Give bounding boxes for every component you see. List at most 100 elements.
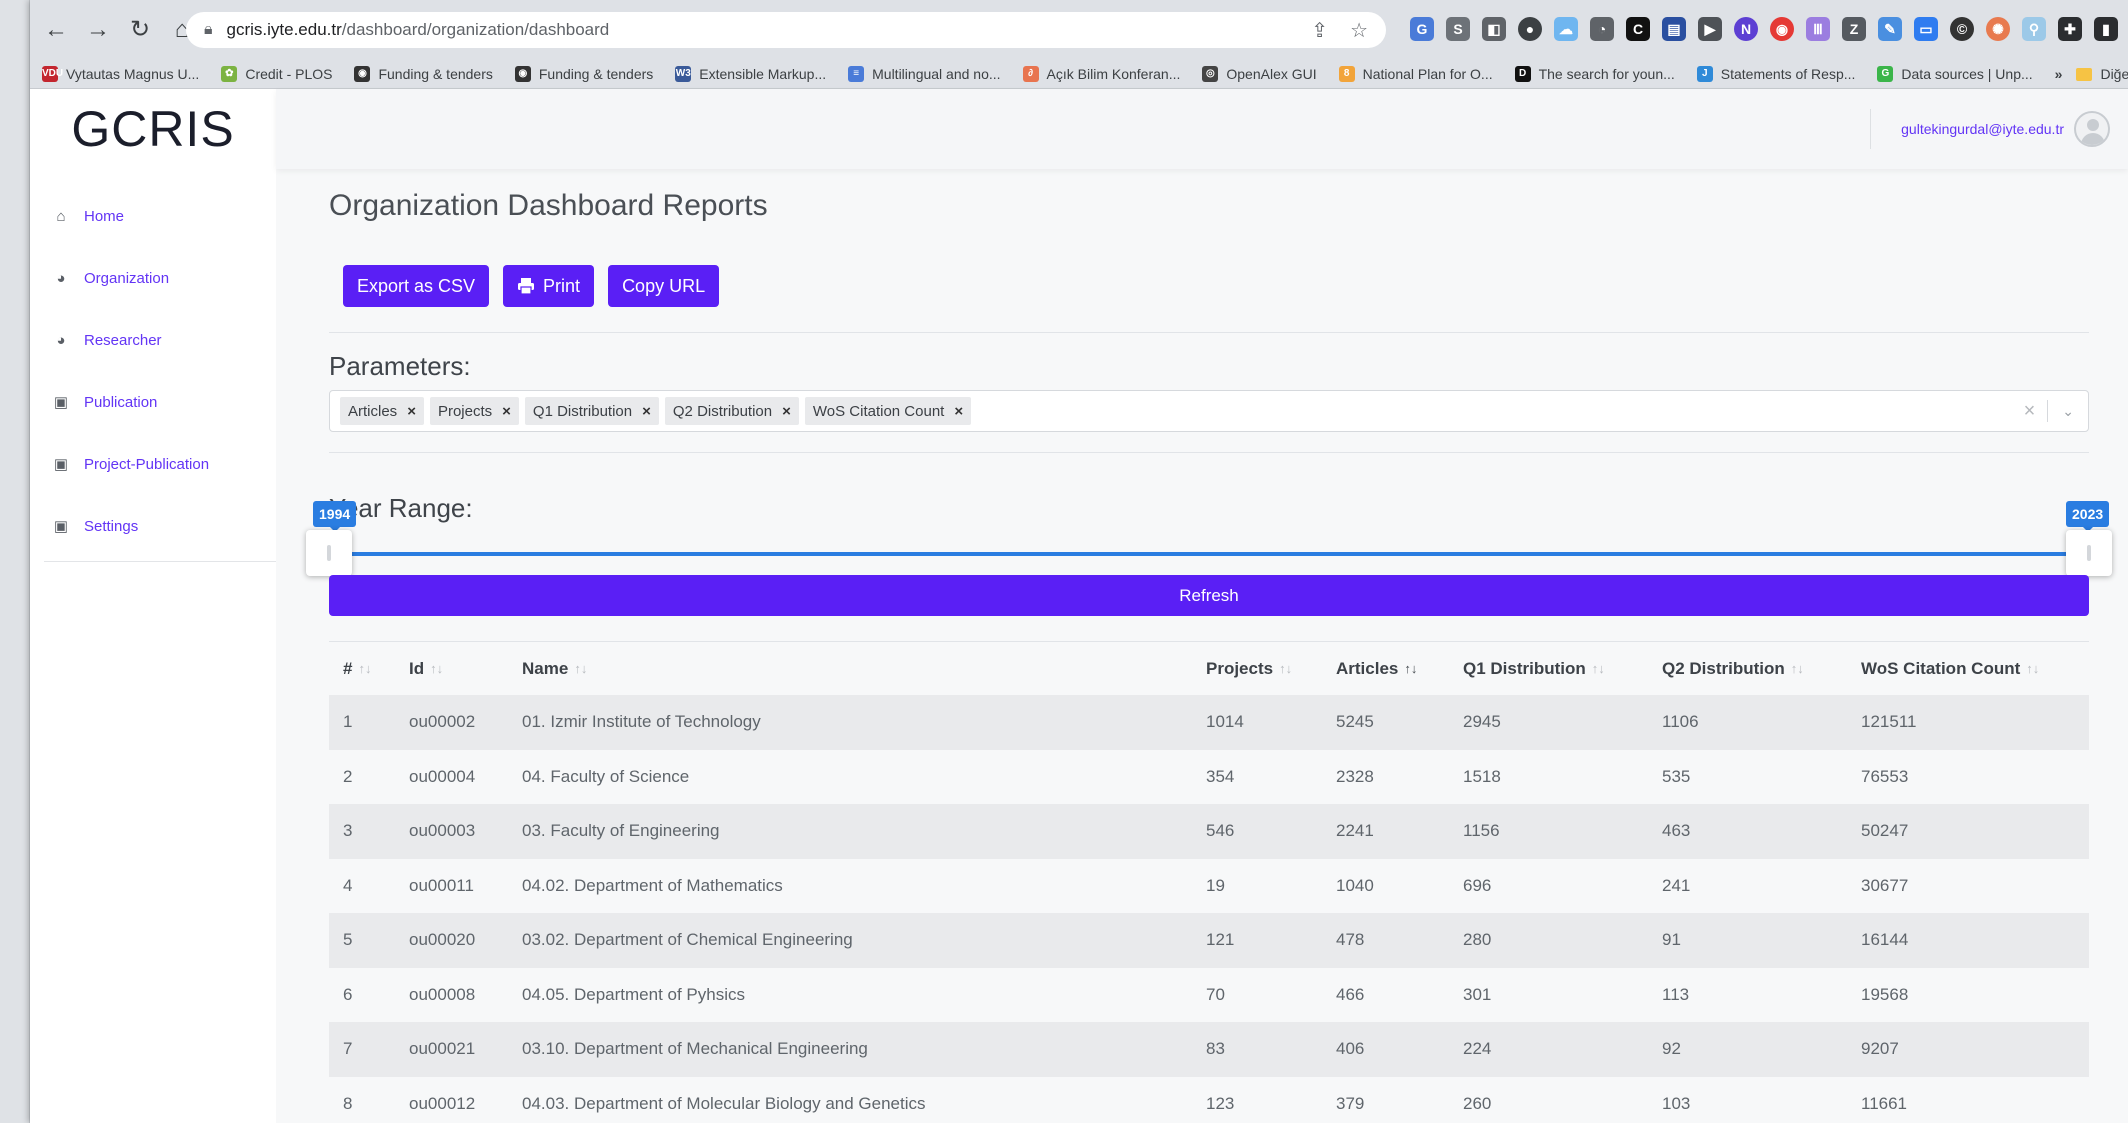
sort-icon[interactable]: ↑↓ xyxy=(1592,661,1605,676)
year-max-handle[interactable] xyxy=(2066,530,2112,576)
record-extension-icon[interactable]: ◉ xyxy=(1770,17,1794,41)
user-avatar[interactable] xyxy=(2074,111,2110,147)
sort-icon[interactable]: ↑↓ xyxy=(430,661,443,676)
refresh-button[interactable]: Refresh xyxy=(329,575,2089,616)
column-header-q2[interactable]: Q2 Distribution ↑↓ xyxy=(1648,659,1847,679)
user-menu[interactable]: gultekingurdal@iyte.edu.tr xyxy=(1870,109,2110,149)
reload-icon[interactable]: ↻ xyxy=(124,14,156,46)
remove-chip-icon[interactable]: × xyxy=(502,403,511,420)
url-text: gcris.iyte.edu.tr/dashboard/organization… xyxy=(227,20,610,40)
address-bar[interactable]: 🔒︎ gcris.iyte.edu.tr/dashboard/organizat… xyxy=(186,12,1386,48)
dark-extension-icon[interactable]: ● xyxy=(1518,17,1542,41)
bookmark-favicon-icon: ◉ xyxy=(354,66,371,82)
table-row[interactable]: 6 ou00008 04.05. Department of Pyhsics 70 46… xyxy=(329,968,2089,1023)
sort-icon[interactable]: ↑↓ xyxy=(358,661,371,676)
table-row[interactable]: 8 ou00012 04.03. Department of Molecular B… xyxy=(329,1077,2089,1123)
c-extension-icon[interactable]: C xyxy=(1626,17,1650,41)
column-header-q1[interactable]: Q1 Distribution ↑↓ xyxy=(1449,659,1648,679)
table-row[interactable]: 3 ou00003 03. Faculty of Engineering 546 224… xyxy=(329,804,2089,859)
feather-extension-icon[interactable]: ✎ xyxy=(1878,17,1902,41)
bookmark-item[interactable]: D The search for youn... xyxy=(1514,66,1675,82)
skype-extension-icon[interactable]: S xyxy=(1446,17,1470,41)
bookmark-item[interactable]: ≡ Multilingual and no... xyxy=(848,66,1001,82)
bookmark-item[interactable]: ◎ OpenAlex GUI xyxy=(1202,66,1317,82)
table-cell-num: 1 xyxy=(343,712,353,732)
sort-active-icon[interactable]: ↑↓ xyxy=(1404,661,1417,676)
copy-url-button[interactable]: Copy URL xyxy=(608,265,720,307)
parameter-chip: Articles × xyxy=(340,397,424,425)
share-icon[interactable]: ⇪ xyxy=(1311,18,1328,43)
table-cell-name: 03. Faculty of Engineering xyxy=(522,821,720,841)
bookmark-item[interactable]: G Data sources | Unp... xyxy=(1877,66,2033,82)
column-header-id[interactable]: Id ↑↓ xyxy=(395,659,508,679)
chat-extension-icon[interactable]: ▭ xyxy=(1914,17,1938,41)
sidebar-item-organization[interactable]: ◕ Organization xyxy=(30,247,276,309)
table-row[interactable]: 1 ou00002 01. Izmir Institute of Technolog… xyxy=(329,695,2089,750)
bookmark-item[interactable]: W3 Extensible Markup... xyxy=(675,66,826,82)
bookmark-favicon-icon: G xyxy=(1877,66,1894,82)
print-button[interactable]: Print xyxy=(503,265,595,307)
sort-icon[interactable]: ↑↓ xyxy=(1791,661,1804,676)
cloud-extension-icon[interactable]: ☁ xyxy=(1554,17,1578,41)
search-extension-icon[interactable]: ⚲ xyxy=(2022,17,2046,41)
forward-icon[interactable]: → xyxy=(82,14,114,46)
app-logo[interactable]: GCRIS xyxy=(30,89,276,169)
orcid-extension-icon[interactable]: ◔ xyxy=(1590,17,1614,41)
folder-icon xyxy=(2076,67,2093,81)
parameter-chip: Q2 Distribution × xyxy=(664,397,799,425)
sort-icon[interactable]: ↑↓ xyxy=(1279,661,1292,676)
table-row[interactable]: 4 ou00011 04.02. Department of Mathematics… xyxy=(329,859,2089,914)
column-header-name[interactable]: Name ↑↓ xyxy=(508,659,1192,679)
en-extension-icon[interactable]: N xyxy=(1734,17,1758,41)
book-icon: ▣ xyxy=(53,456,69,473)
sidebar-item-publication[interactable]: ▣ Publication xyxy=(30,371,276,433)
bookmark-item[interactable]: ✿ Credit - PLOS xyxy=(221,66,332,82)
side-panel-icon[interactable]: ▮ xyxy=(2094,17,2118,41)
reader-extension-icon[interactable]: ▤ xyxy=(1662,17,1686,41)
column-header-wos[interactable]: WoS Citation Count ↑↓ xyxy=(1847,659,2089,679)
column-header-number[interactable]: # ↑↓ xyxy=(329,659,395,679)
remove-chip-icon[interactable]: × xyxy=(407,403,416,420)
cc-extension-icon[interactable]: © xyxy=(1950,17,1974,41)
bookmark-item[interactable]: ◉ Funding & tenders xyxy=(354,66,493,82)
parameters-multiselect[interactable]: Articles × Projects × Q1 Distribution × Q2 … xyxy=(329,390,2089,432)
table-cell-projects: 1014 xyxy=(1206,712,1244,732)
table-row[interactable]: 7 ou00021 03.10. Department of Mechanical … xyxy=(329,1022,2089,1077)
table-row[interactable]: 2 ou00004 04. Faculty of Science 354 2328 151… xyxy=(329,750,2089,805)
remove-chip-icon[interactable]: × xyxy=(642,403,651,420)
year-min-tooltip: 1994 xyxy=(313,501,357,532)
bookmark-item[interactable]: ◉ Funding & tenders xyxy=(514,66,653,82)
play-extension-icon[interactable]: ▶ xyxy=(1698,17,1722,41)
column-header-projects[interactable]: Projects ↑↓ xyxy=(1192,659,1322,679)
other-bookmarks-folder[interactable]: Diğer yer işare xyxy=(2076,66,2128,82)
sidebar-item-researcher[interactable]: ◕ Researcher xyxy=(30,309,276,371)
year-range-track[interactable] xyxy=(329,552,2089,556)
zotero-extension-icon[interactable]: Z xyxy=(1842,17,1866,41)
sidebar-item-home[interactable]: ⌂ Home xyxy=(30,185,276,247)
back-icon[interactable]: ← xyxy=(40,14,72,46)
clear-all-icon[interactable]: × xyxy=(2012,400,2048,423)
bookmark-item[interactable]: J Statements of Resp... xyxy=(1696,66,1855,82)
grammarly-extension-icon[interactable]: ◧ xyxy=(1482,17,1506,41)
more-bookmarks-button[interactable]: » xyxy=(2055,66,2063,82)
chevron-down-icon[interactable]: ⌄ xyxy=(2048,403,2088,420)
sort-icon[interactable]: ↑↓ xyxy=(574,661,587,676)
user-email[interactable]: gultekingurdal@iyte.edu.tr xyxy=(1901,121,2064,137)
bookmark-item[interactable]: 8 National Plan for O... xyxy=(1338,66,1493,82)
table-row[interactable]: 5 ou00020 03.02. Department of Chemical En… xyxy=(329,913,2089,968)
sidebar-item-settings[interactable]: ▣ Settings xyxy=(30,495,276,557)
translate-extension-icon[interactable]: G xyxy=(1410,17,1434,41)
remove-chip-icon[interactable]: × xyxy=(782,403,791,420)
export-csv-button[interactable]: Export as CSV xyxy=(343,265,490,307)
library-extension-icon[interactable]: Ⅲ xyxy=(1806,17,1830,41)
year-min-handle[interactable] xyxy=(306,530,352,576)
spinner-extension-icon[interactable]: ✺ xyxy=(1986,17,2010,41)
remove-chip-icon[interactable]: × xyxy=(954,403,963,420)
bookmark-item[interactable]: ∂ Açık Bilim Konferan... xyxy=(1022,66,1180,82)
puzzle-extension-icon[interactable]: ✚ xyxy=(2058,17,2082,41)
sort-icon[interactable]: ↑↓ xyxy=(2026,661,2039,676)
sidebar-item-project-publication[interactable]: ▣ Project-Publication xyxy=(30,433,276,495)
bookmark-star-icon[interactable]: ☆ xyxy=(1350,18,1368,43)
bookmark-item[interactable]: VDU Vytautas Magnus U... xyxy=(42,66,199,82)
column-header-articles[interactable]: Articles ↑↓ xyxy=(1322,659,1449,679)
